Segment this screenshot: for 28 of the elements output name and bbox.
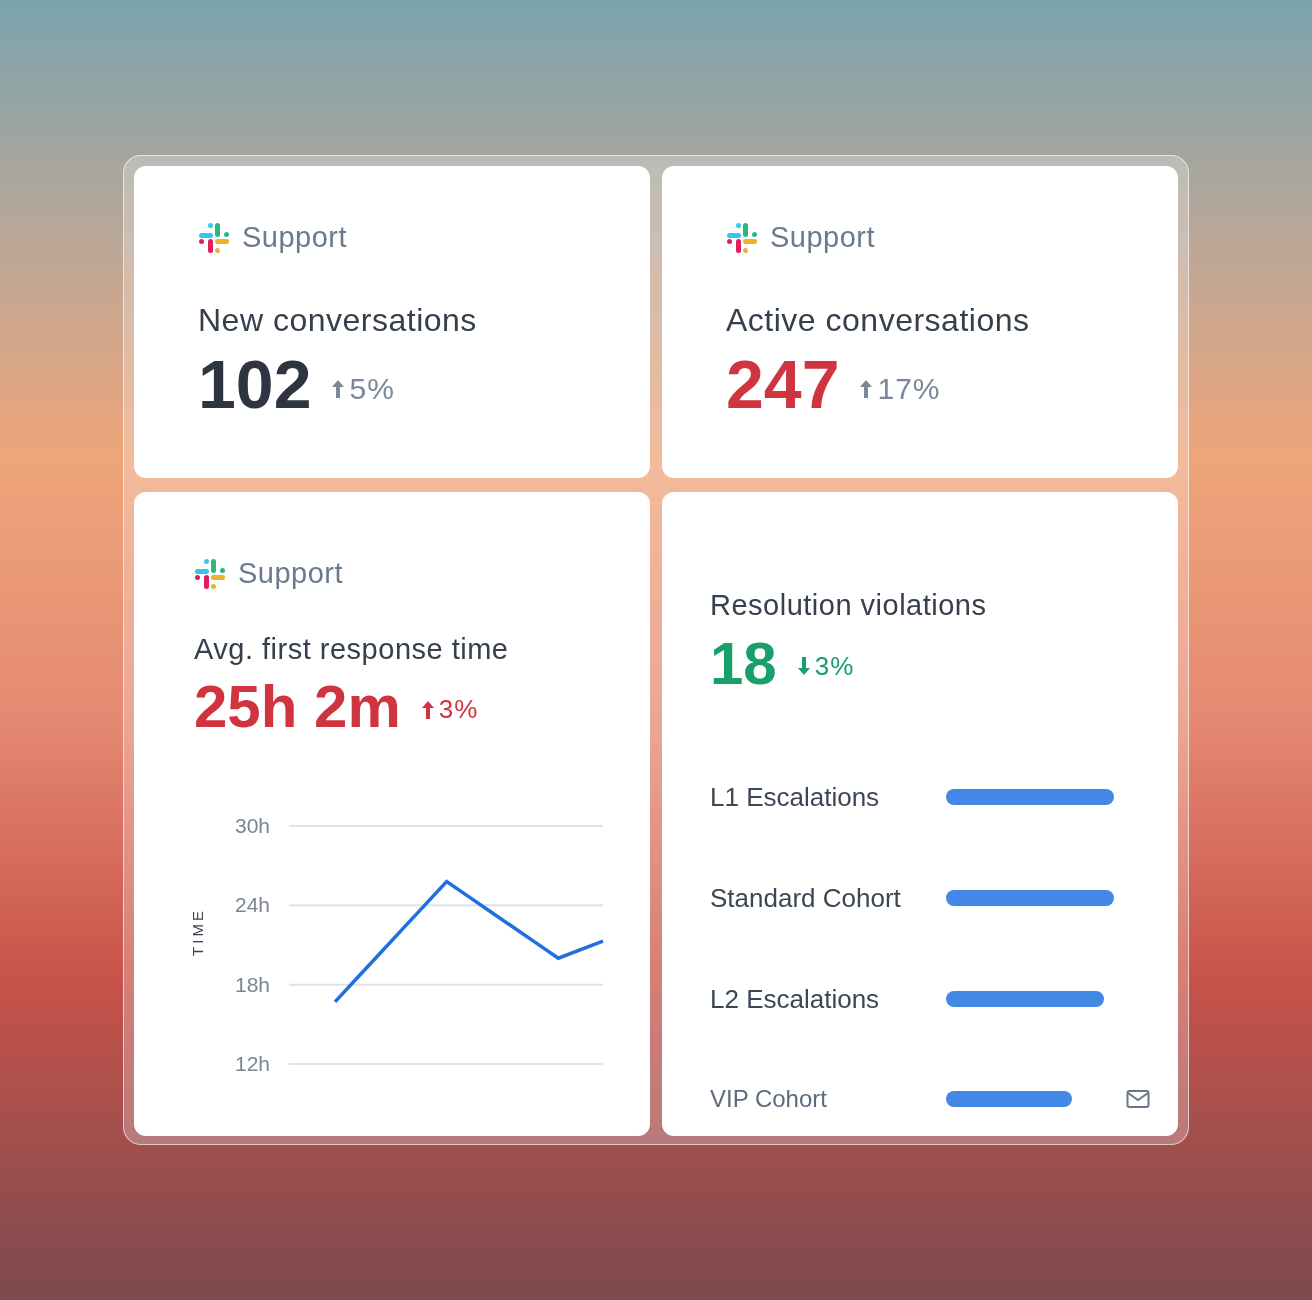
slack-logo-icon bbox=[194, 557, 226, 590]
row-label: L2 Escalations bbox=[710, 982, 881, 1016]
y-axis-label: TIME bbox=[189, 908, 206, 956]
source-label: Support bbox=[238, 556, 344, 591]
card-title: Avg. first response time bbox=[194, 631, 510, 667]
change-percent: 3% bbox=[438, 693, 479, 726]
slack-logo-icon bbox=[726, 221, 758, 254]
card-title: Active conversations bbox=[726, 300, 1031, 340]
y-tick-label: 24h bbox=[234, 893, 270, 917]
y-tick-label: 30h bbox=[234, 814, 270, 837]
metric-value: 25h 2m bbox=[194, 672, 401, 742]
slack-logo-icon bbox=[198, 221, 230, 254]
change-percent: 17% bbox=[877, 371, 941, 408]
envelope-icon[interactable] bbox=[1126, 1088, 1150, 1109]
change-percent: 5% bbox=[349, 371, 395, 408]
row-label: Standard Cohort bbox=[710, 881, 902, 915]
row-label: L1 Escalations bbox=[710, 780, 881, 814]
source-label: Support bbox=[242, 220, 348, 255]
row-label: VIP Cohort bbox=[710, 1083, 828, 1114]
card-title: Resolution violations bbox=[710, 588, 988, 623]
card-title: New conversations bbox=[198, 300, 478, 340]
metric-value: 247 bbox=[726, 344, 840, 424]
y-tick-label: 18h bbox=[234, 972, 270, 996]
metric-value: 102 bbox=[198, 344, 312, 424]
metric-value: 18 bbox=[710, 628, 777, 699]
y-tick-label: 12h bbox=[234, 1052, 270, 1075]
source-label: Support bbox=[770, 220, 876, 255]
change-percent: 3% bbox=[814, 649, 855, 683]
